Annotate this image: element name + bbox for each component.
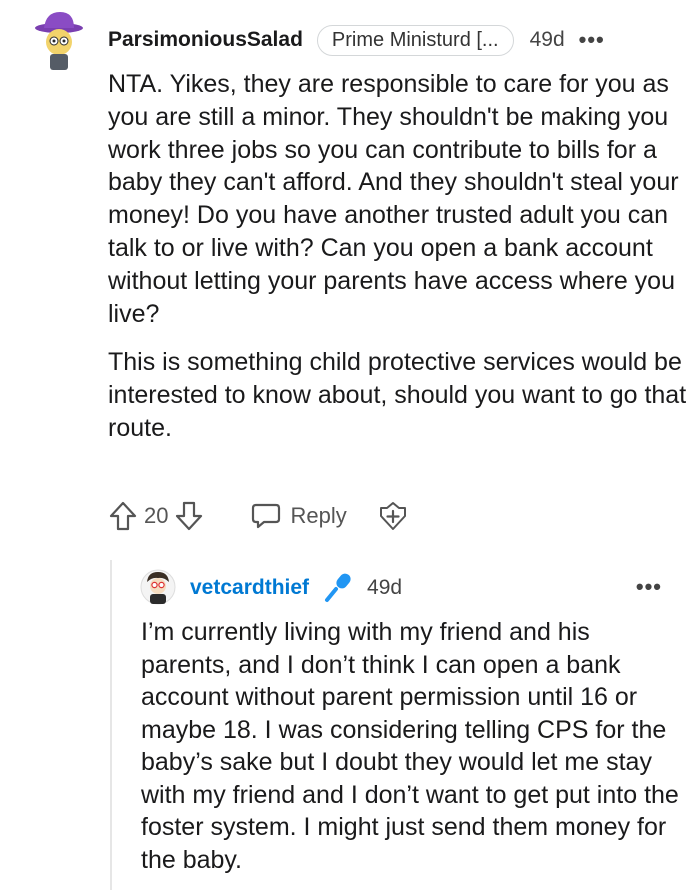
reply-button[interactable]: Reply [250,501,347,531]
reply-user-avatar[interactable] [140,568,176,606]
comment-body: NTA. Yikes, they are responsible to care… [108,68,688,461]
reply-username[interactable]: vetcardthief [190,576,309,600]
vote-count: 20 [144,503,169,528]
comment-actions: 20 Reply [108,498,409,534]
comment-paragraph: This is something child protective servi… [108,348,687,442]
comment-paragraph: NTA. Yikes, they are responsible to care… [108,70,679,328]
reply-text: I’m currently living with my friend and … [141,618,679,874]
reply-age[interactable]: 49d [367,576,402,600]
award-icon[interactable] [377,500,409,532]
more-icon[interactable]: ••• [579,27,605,53]
reply-body: I’m currently living with my friend and … [141,616,686,876]
more-icon[interactable]: ••• [636,574,662,600]
reply-icon [252,503,281,529]
user-avatar[interactable] [30,10,88,72]
comment-age[interactable]: 49d [530,28,565,52]
reply-label: Reply [290,503,347,528]
upvote-icon[interactable] [108,500,138,532]
microphone-icon [325,573,351,602]
comment-header: ParsimoniousSalad Prime Ministurd [... 4… [108,20,680,60]
downvote-icon[interactable] [174,500,204,532]
username[interactable]: ParsimoniousSalad [108,28,303,52]
user-flair: Prime Ministurd [... [316,24,514,56]
reply-header: vetcardthief 49d ••• [190,570,670,606]
thread-line[interactable] [110,560,112,890]
